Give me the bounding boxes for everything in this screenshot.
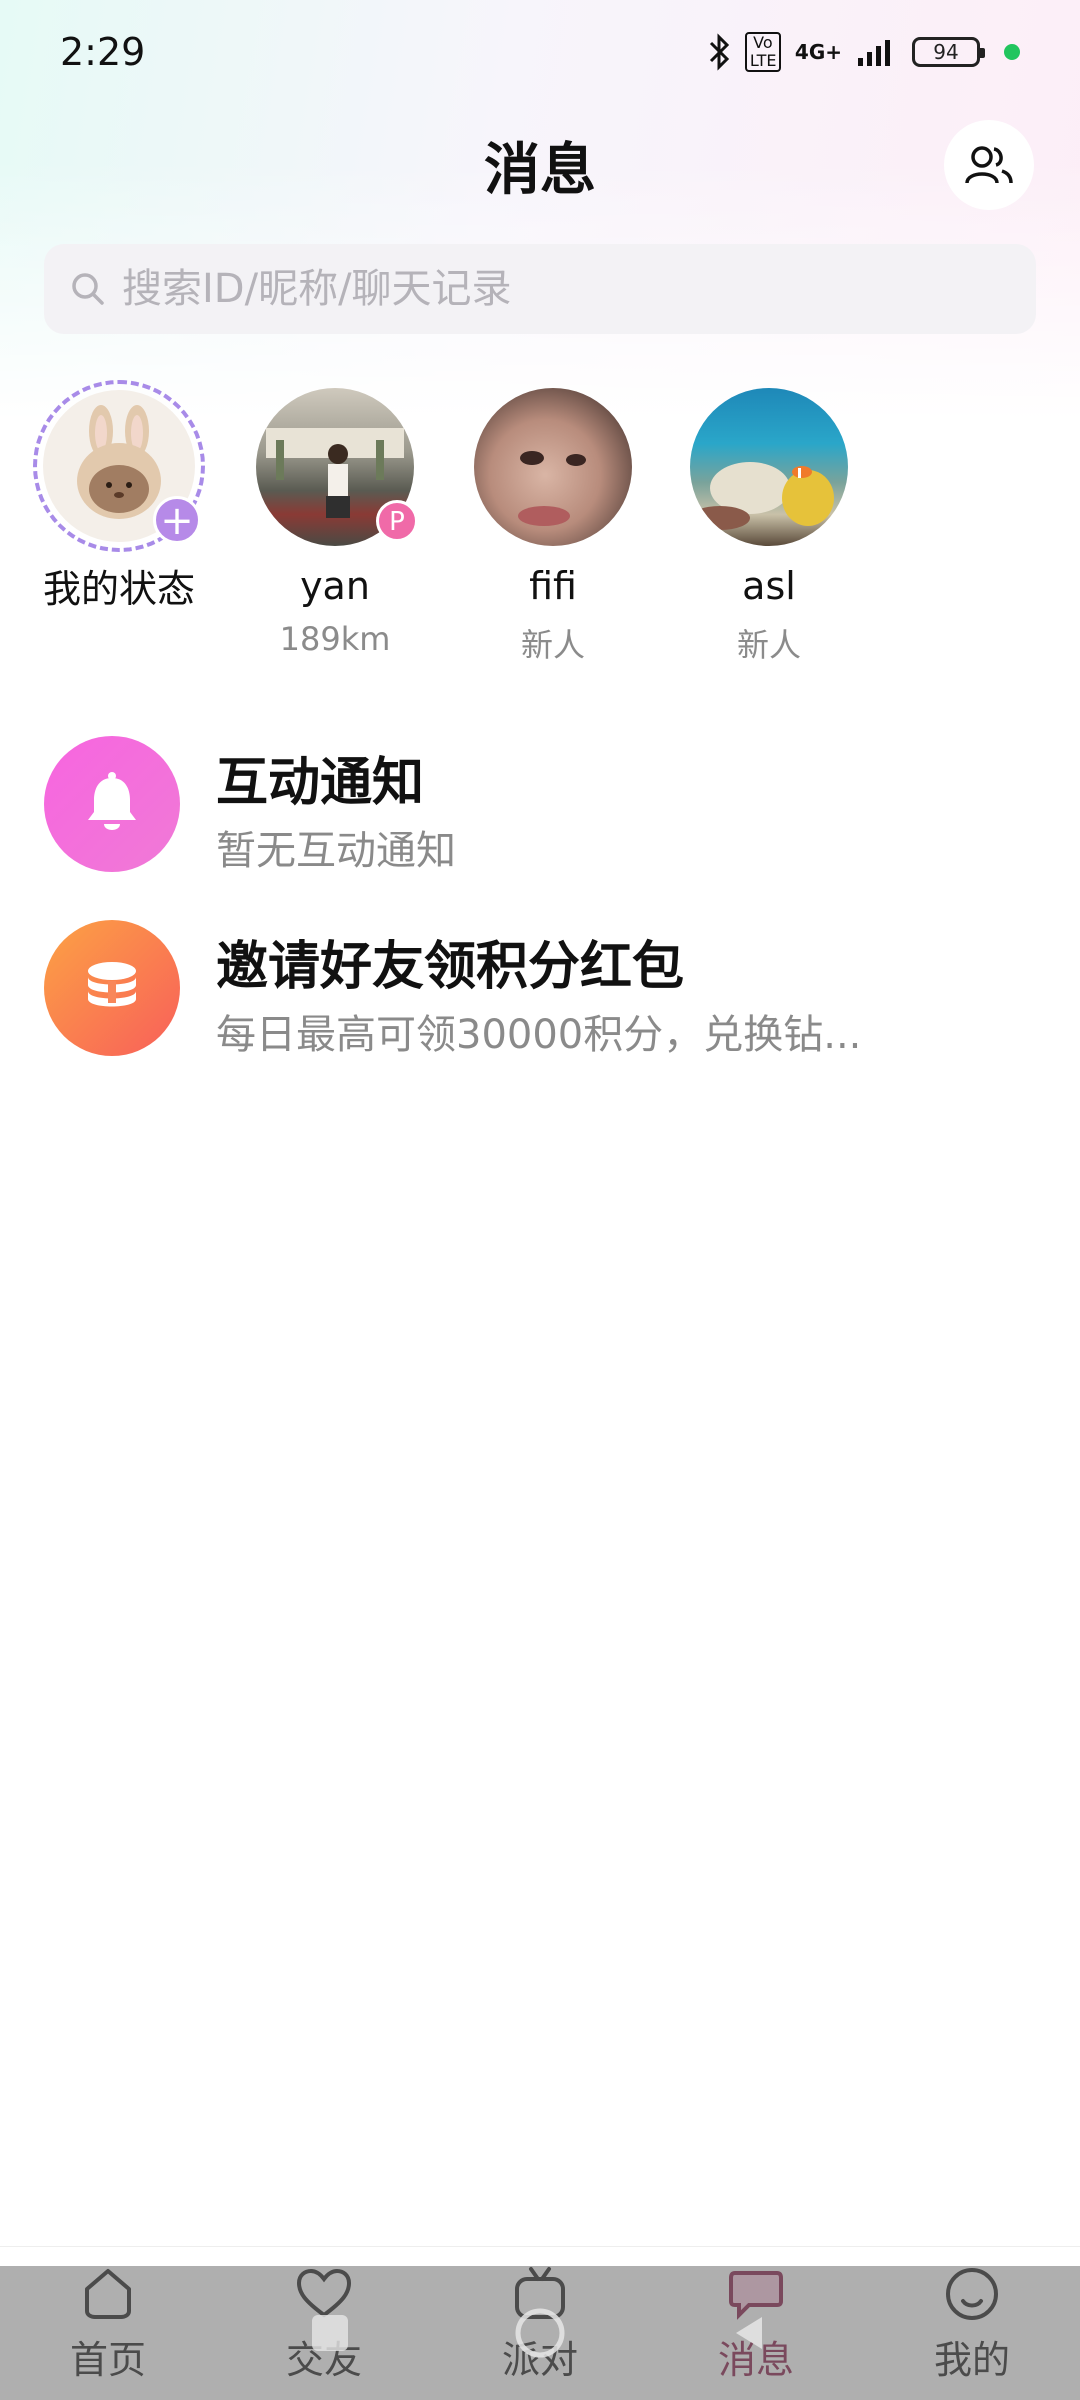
story-yan[interactable]: P yan 189km xyxy=(225,380,445,658)
search-input[interactable] xyxy=(122,266,1002,312)
privacy-dot xyxy=(1004,44,1020,60)
item-title: 互动通知 xyxy=(216,753,425,813)
status-bar: 2:29 Vo LTE 4G+ 94 xyxy=(0,0,1080,104)
contacts-button[interactable] xyxy=(944,120,1034,210)
page-title: 消息 xyxy=(484,137,596,203)
status-time: 2:29 xyxy=(60,30,146,74)
stories-row: + 我的状态 P yan 189km fifi 新人 asl 新人 xyxy=(0,380,1080,680)
my-status-avatar[interactable]: + xyxy=(33,380,205,552)
coins-icon xyxy=(88,962,136,1007)
item-subtitle: 每日最高可领30000积分，兑换钻... xyxy=(216,1012,862,1058)
story-tag: 新人 xyxy=(520,626,585,664)
interaction-icon-circle xyxy=(44,736,180,872)
list-item-interaction-notice[interactable]: 互动通知 暂无互动通知 xyxy=(0,720,1080,904)
story-name: 我的状态 xyxy=(42,567,195,611)
avatar[interactable] xyxy=(474,388,632,546)
avatar[interactable]: P xyxy=(256,388,418,546)
recents-button[interactable] xyxy=(300,2303,360,2363)
signal-icon xyxy=(858,40,890,66)
back-button[interactable] xyxy=(720,2303,780,2363)
item-title: 邀请好友领积分红包 xyxy=(216,937,685,997)
back-triangle-icon xyxy=(736,2317,762,2349)
message-list: 互动通知 暂无互动通知 邀请好友领积分红包 每日最高可领30000积分，兑换钻.… xyxy=(0,720,1080,1088)
home-system-button[interactable] xyxy=(510,2303,570,2363)
bluetooth-icon xyxy=(709,33,730,71)
battery-indicator: 94 xyxy=(912,37,985,67)
add-status-badge[interactable]: + xyxy=(153,496,201,544)
story-tag: 新人 xyxy=(736,626,801,664)
volte-icon: Vo LTE xyxy=(744,32,781,72)
avatar[interactable] xyxy=(690,388,848,546)
reef-photo-icon xyxy=(690,462,834,530)
battery-level: 94 xyxy=(933,40,959,64)
circle-home-icon xyxy=(515,2308,565,2358)
story-fifi[interactable]: fifi 新人 xyxy=(443,380,663,666)
search-icon xyxy=(72,273,104,305)
recents-icon xyxy=(312,2315,348,2351)
story-my-status[interactable]: + 我的状态 xyxy=(9,380,229,613)
system-navigation-bar xyxy=(0,2266,1080,2400)
contacts-icon xyxy=(965,146,1013,184)
bell-icon xyxy=(88,772,136,830)
invite-icon-circle xyxy=(44,920,180,1056)
search-bar[interactable] xyxy=(44,244,1036,334)
page-header: 消息 xyxy=(0,110,1080,220)
story-name: fifi xyxy=(529,564,577,608)
story-name: asl xyxy=(742,564,796,608)
story-name: yan xyxy=(300,564,370,608)
list-item-invite-friends[interactable]: 邀请好友领积分红包 每日最高可领30000积分，兑换钻... xyxy=(0,904,1080,1088)
story-asl[interactable]: asl 新人 xyxy=(659,380,879,666)
network-type: 4G+ xyxy=(794,40,842,64)
face-photo-icon xyxy=(518,451,586,526)
p-badge: P xyxy=(376,500,418,542)
item-subtitle: 暂无互动通知 xyxy=(216,828,456,874)
story-distance: 189km xyxy=(279,620,391,658)
status-icons: Vo LTE 4G+ 94 xyxy=(707,32,1020,72)
